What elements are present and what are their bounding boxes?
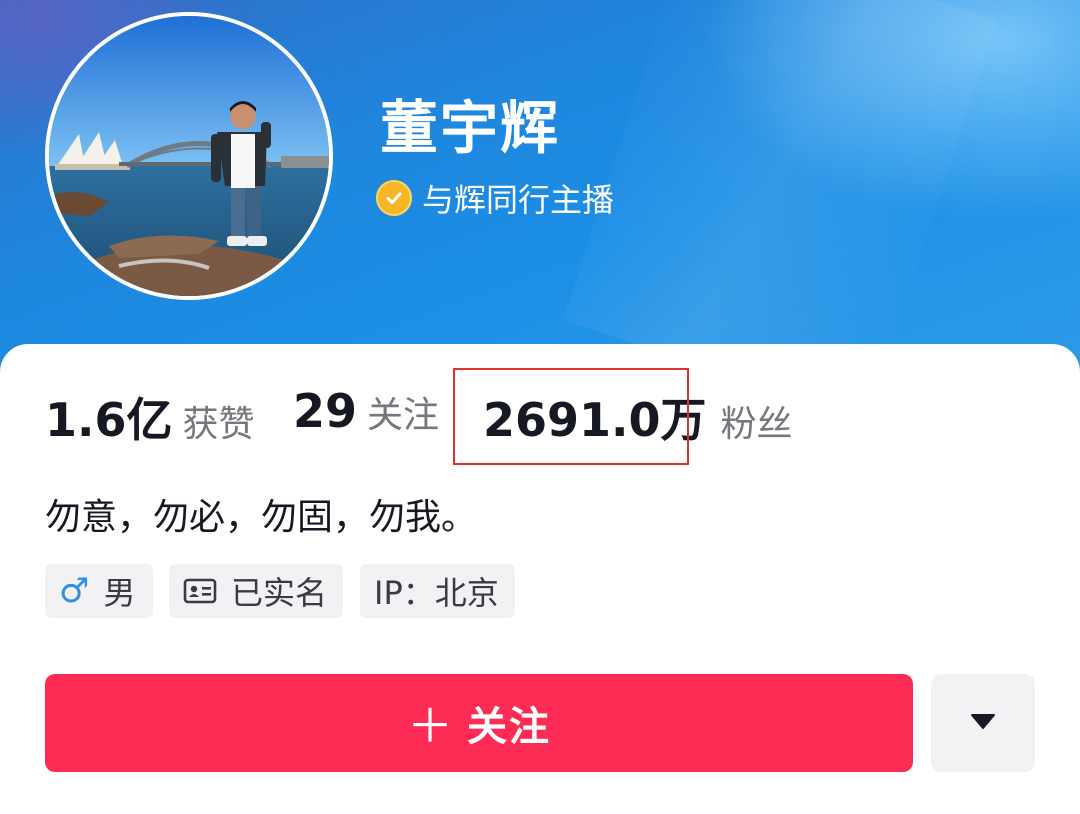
stat-likes[interactable]: 1.6亿 获赞 xyxy=(45,384,255,447)
verification-row: 与辉同行主播 xyxy=(376,178,615,219)
id-card-icon xyxy=(183,578,217,604)
tag-gender: ♂ 男 xyxy=(45,564,153,618)
tag-realname: 已实名 xyxy=(169,564,343,618)
stat-followers-label: 粉丝 xyxy=(720,404,793,445)
male-icon: ♂ xyxy=(59,571,90,611)
stat-likes-label: 获赞 xyxy=(182,404,255,445)
tag-gender-label: 男 xyxy=(103,574,136,612)
plus-icon: ＋ xyxy=(407,699,455,753)
stat-likes-value: 1.6亿 xyxy=(45,393,173,447)
avatar[interactable] xyxy=(45,12,333,300)
stat-following-label: 关注 xyxy=(367,395,440,436)
more-options-button[interactable] xyxy=(931,674,1035,772)
follow-button-label: 关注 xyxy=(467,704,551,750)
verification-text: 与辉同行主播 xyxy=(422,181,615,219)
tag-ip-label: IP：北京 xyxy=(374,574,499,612)
dropdown-triangle-icon xyxy=(969,712,997,734)
profile-bio: 勿意，勿必，勿固，勿我。 xyxy=(45,497,478,538)
verified-badge-icon xyxy=(376,180,412,216)
follow-button[interactable]: ＋ 关注 xyxy=(45,674,913,772)
profile-name: 董宇辉 xyxy=(380,94,561,162)
highlight-annotation-box xyxy=(453,368,689,465)
stat-following[interactable]: 29 关注 xyxy=(293,384,439,444)
avatar-photo xyxy=(49,16,329,296)
tag-realname-label: 已实名 xyxy=(231,574,328,612)
tag-ip: IP：北京 xyxy=(360,564,515,618)
stat-following-value: 29 xyxy=(293,384,358,438)
